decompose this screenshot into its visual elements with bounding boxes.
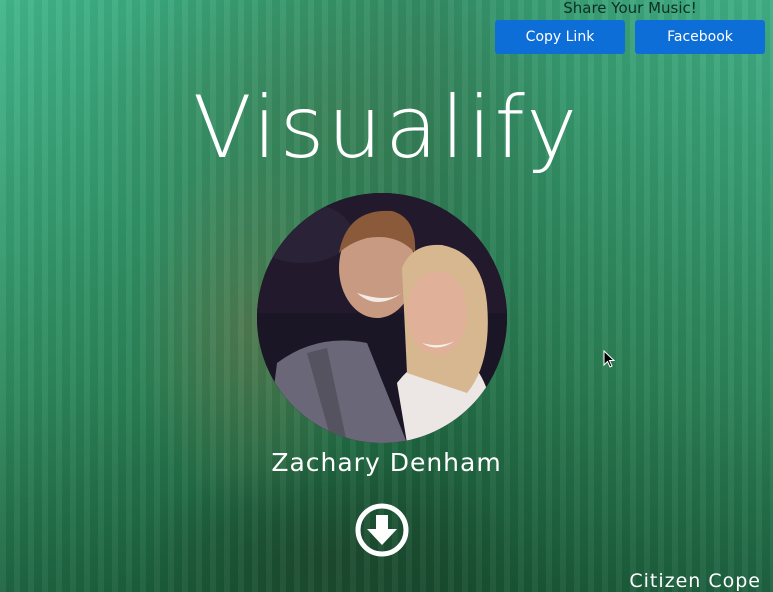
app-title: Visualify — [192, 78, 581, 178]
share-buttons: Copy Link Facebook — [495, 20, 765, 54]
facebook-button[interactable]: Facebook — [635, 20, 765, 54]
mouse-cursor-icon — [603, 350, 615, 368]
arrow-down-circle-icon[interactable] — [354, 502, 410, 558]
share-title: Share Your Music! — [563, 0, 697, 17]
avatar — [257, 193, 507, 443]
copy-link-button[interactable]: Copy Link — [495, 20, 625, 54]
avatar-photo — [257, 193, 507, 443]
profile-name: Zachary Denham — [271, 448, 502, 477]
share-panel: Share Your Music! Copy Link Facebook — [495, 0, 765, 54]
artist-name: Citizen Cope — [629, 570, 761, 592]
